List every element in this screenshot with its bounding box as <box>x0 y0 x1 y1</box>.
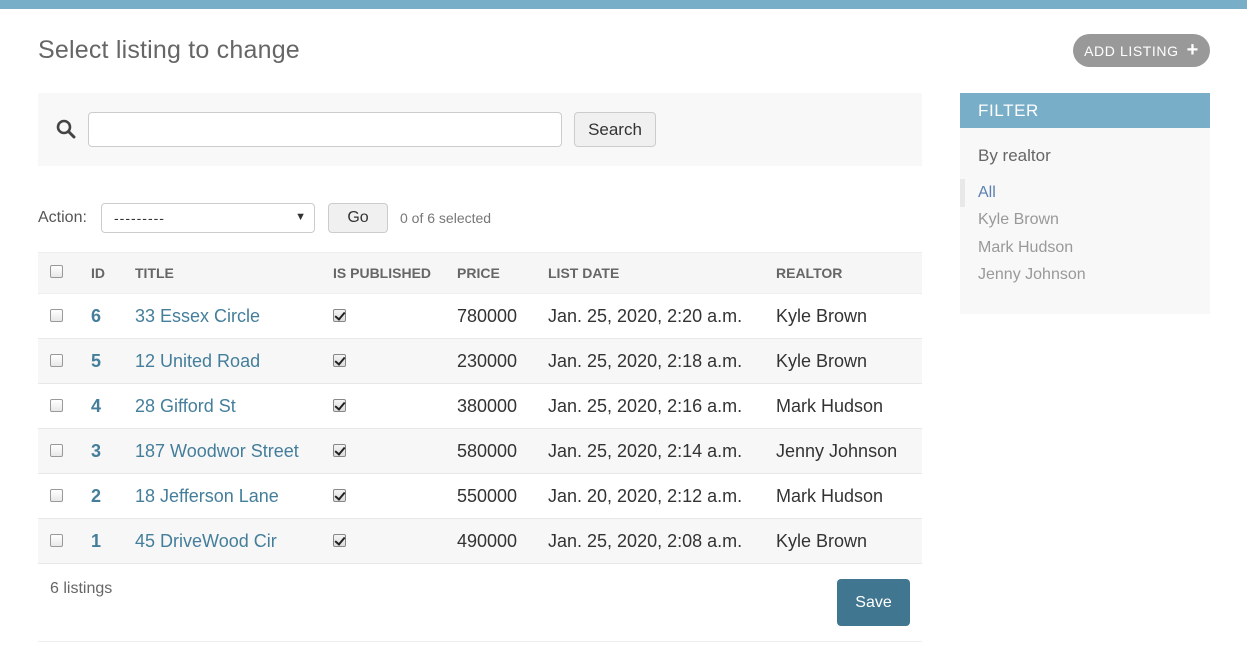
table-row: 2 18 Jefferson Lane 550000 Jan. 20, 2020… <box>38 473 922 519</box>
filter-option-jenny-johnson[interactable]: Jenny Johnson <box>960 262 1210 290</box>
row-checkbox[interactable] <box>50 488 63 502</box>
filter-option-mark-hudson[interactable]: Mark Hudson <box>960 234 1210 262</box>
list-date-cell: Jan. 25, 2020, 2:16 a.m. <box>548 383 776 429</box>
published-checkbox[interactable] <box>333 353 346 367</box>
row-checkbox[interactable] <box>50 398 63 412</box>
price-cell: 550000 <box>457 473 548 519</box>
listing-id-link[interactable]: 1 <box>91 531 101 551</box>
listing-title-link[interactable]: 33 Essex Circle <box>135 306 260 326</box>
table-header-row: ID TITLE IS PUBLISHED PRICE LIST DATE RE… <box>38 252 922 294</box>
realtor-cell: Mark Hudson <box>776 383 922 429</box>
filter-heading: FILTER <box>960 93 1210 128</box>
listing-id-link[interactable]: 4 <box>91 396 101 416</box>
page-title: Select listing to change <box>38 36 300 64</box>
realtor-cell: Kyle Brown <box>776 293 922 339</box>
filter-panel: FILTER By realtor All Kyle Brown Mark Hu… <box>960 93 1210 314</box>
published-checkbox[interactable] <box>333 488 346 502</box>
filter-options: All Kyle Brown Mark Hudson Jenny Johnson <box>960 179 1210 289</box>
list-date-cell: Jan. 25, 2020, 2:18 a.m. <box>548 338 776 384</box>
plus-icon: + <box>1186 38 1199 61</box>
price-cell: 380000 <box>457 383 548 429</box>
listing-title-link[interactable]: 18 Jefferson Lane <box>135 486 279 506</box>
listing-id-link[interactable]: 6 <box>91 306 101 326</box>
listing-title-link[interactable]: 45 DriveWood Cir <box>135 531 277 551</box>
action-label: Action: <box>38 209 87 226</box>
results-table: ID TITLE IS PUBLISHED PRICE LIST DATE RE… <box>38 252 922 564</box>
dropdown-arrow-icon: ▼ <box>295 211 306 223</box>
realtor-cell: Mark Hudson <box>776 473 922 519</box>
column-header-id[interactable]: ID <box>91 252 135 294</box>
row-checkbox[interactable] <box>50 533 63 547</box>
price-cell: 780000 <box>457 293 548 339</box>
filter-option-kyle-brown[interactable]: Kyle Brown <box>960 207 1210 235</box>
action-bar: Action: --------- ▼ Go 0 of 6 selected <box>38 203 922 233</box>
listing-id-link[interactable]: 2 <box>91 486 101 506</box>
listing-id-link[interactable]: 3 <box>91 441 101 461</box>
price-cell: 490000 <box>457 518 548 564</box>
action-select[interactable]: --------- ▼ <box>101 203 315 233</box>
row-checkbox[interactable] <box>50 308 63 322</box>
add-listing-button[interactable]: ADD LISTING + <box>1073 34 1210 67</box>
selection-counter: 0 of 6 selected <box>400 210 492 226</box>
filter-subheading: By realtor <box>978 146 1051 165</box>
column-header-title[interactable]: TITLE <box>135 252 333 294</box>
divider <box>38 641 922 642</box>
filter-option-all[interactable]: All <box>960 179 1210 207</box>
top-accent-bar <box>0 0 1247 9</box>
select-all-cell <box>38 252 91 294</box>
search-button[interactable]: Search <box>574 112 656 147</box>
row-checkbox[interactable] <box>50 443 63 457</box>
listing-title-link[interactable]: 12 United Road <box>135 351 260 371</box>
go-button[interactable]: Go <box>328 203 388 233</box>
table-row: 1 45 DriveWood Cir 490000 Jan. 25, 2020,… <box>38 518 922 564</box>
listing-title-link[interactable]: 28 Gifford St <box>135 396 236 416</box>
published-checkbox[interactable] <box>333 533 346 547</box>
save-button[interactable]: Save <box>837 579 910 626</box>
published-checkbox[interactable] <box>333 443 346 457</box>
column-header-realtor[interactable]: REALTOR <box>776 252 922 294</box>
row-checkbox[interactable] <box>50 353 63 367</box>
column-header-price[interactable]: PRICE <box>457 252 548 294</box>
price-cell: 580000 <box>457 428 548 474</box>
realtor-cell: Jenny Johnson <box>776 428 922 474</box>
table-row: 3 187 Woodwor Street 580000 Jan. 25, 202… <box>38 428 922 474</box>
list-date-cell: Jan. 25, 2020, 2:20 a.m. <box>548 293 776 339</box>
listing-id-link[interactable]: 5 <box>91 351 101 371</box>
search-bar: Search <box>38 93 922 166</box>
list-date-cell: Jan. 25, 2020, 2:14 a.m. <box>548 428 776 474</box>
search-input[interactable] <box>88 112 562 147</box>
select-all-checkbox[interactable] <box>50 265 63 278</box>
published-checkbox[interactable] <box>333 308 346 322</box>
list-date-cell: Jan. 20, 2020, 2:12 a.m. <box>548 473 776 519</box>
list-date-cell: Jan. 25, 2020, 2:08 a.m. <box>548 518 776 564</box>
result-count: 6 listings <box>50 580 113 597</box>
table-row: 5 12 United Road 230000 Jan. 25, 2020, 2… <box>38 338 922 384</box>
published-checkbox[interactable] <box>333 398 346 412</box>
realtor-cell: Kyle Brown <box>776 338 922 384</box>
listing-title-link[interactable]: 187 Woodwor Street <box>135 441 299 461</box>
price-cell: 230000 <box>457 338 548 384</box>
realtor-cell: Kyle Brown <box>776 518 922 564</box>
table-row: 6 33 Essex Circle 780000 Jan. 25, 2020, … <box>38 293 922 339</box>
column-header-is-published[interactable]: IS PUBLISHED <box>333 252 457 294</box>
add-listing-label: ADD LISTING <box>1084 42 1179 59</box>
table-row: 4 28 Gifford St 380000 Jan. 25, 2020, 2:… <box>38 383 922 429</box>
action-select-value: --------- <box>114 210 165 226</box>
search-icon <box>56 119 76 139</box>
column-header-list-date[interactable]: LIST DATE <box>548 252 776 294</box>
